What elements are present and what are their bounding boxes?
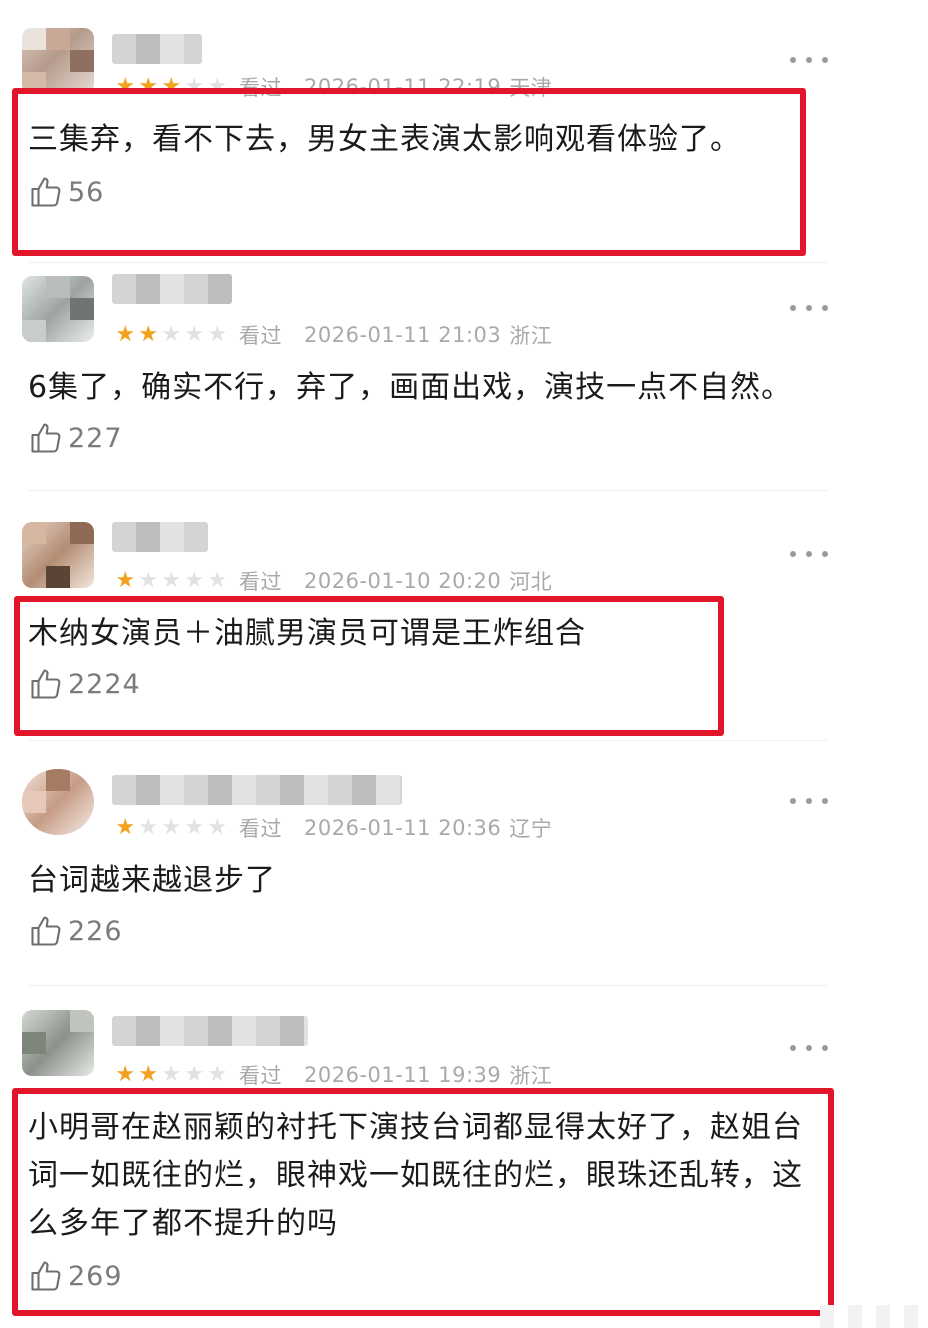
comment-meta: ★ ★ ★ ★ ★ 看过 2026-01-11 21:03 浙江 [114,320,552,350]
highlight-box [12,1088,834,1316]
username-blurred[interactable] [112,522,208,552]
star-icon: ★ [138,815,159,840]
comment-location: 浙江 [509,1064,553,1088]
more-dots-icon[interactable] [790,50,828,70]
username-blurred[interactable] [112,274,232,304]
comment-location: 辽宁 [509,817,553,841]
watched-label: 看过 [239,1064,282,1088]
avatar[interactable] [22,522,94,588]
comment-meta: ★ ★ ★ ★ ★ 看过 2026-01-11 20:36 辽宁 [114,813,552,843]
divider [28,740,828,741]
comment-date: 2026-01-10 20:20 [304,569,502,593]
avatar[interactable] [22,769,94,835]
star-icon: ★ [184,1062,205,1087]
comment-text: 台词越来越退步了 [28,863,276,898]
divider [28,490,828,491]
star-icon: ★ [138,568,159,593]
like-count: 226 [68,915,123,947]
username-blurred[interactable] [112,775,402,805]
star-icon: ★ [207,322,228,347]
star-icon: ★ [138,1062,159,1087]
comment-location: 河北 [509,570,553,594]
star-icon: ★ [115,1062,136,1087]
like-button[interactable]: 227 [28,418,123,458]
more-dots-icon[interactable] [790,791,828,811]
thumbs-up-icon [31,916,61,946]
divider [28,262,828,263]
star-icon: ★ [184,568,205,593]
comment-location: 浙江 [509,324,553,348]
star-icon: ★ [161,815,182,840]
more-dots-icon[interactable] [790,1038,828,1058]
star-icon: ★ [161,322,182,347]
star-icon: ★ [207,1062,228,1087]
comment-date: 2026-01-11 21:03 [304,323,502,347]
like-button[interactable]: 226 [28,911,123,951]
rating-stars: ★ ★ ★ ★ ★ [114,570,229,592]
star-icon: ★ [115,322,136,347]
username-blurred[interactable] [112,34,202,64]
watched-label: 看过 [239,817,282,841]
rating-stars: ★ ★ ★ ★ ★ [114,817,229,839]
more-dots-icon[interactable] [790,298,828,318]
comment-meta: ★ ★ ★ ★ ★ 看过 2026-01-10 20:20 河北 [114,566,552,596]
highlight-box [12,88,806,256]
star-icon: ★ [115,568,136,593]
highlight-box [14,596,724,736]
more-dots-icon[interactable] [790,544,828,564]
avatar[interactable] [22,28,94,94]
star-icon: ★ [138,322,159,347]
star-icon: ★ [184,815,205,840]
watched-label: 看过 [239,324,282,348]
rating-stars: ★ ★ ★ ★ ★ [114,324,229,346]
star-icon: ★ [161,1062,182,1087]
comment-meta: ★ ★ ★ ★ ★ 看过 2026-01-11 19:39 浙江 [114,1060,552,1090]
star-icon: ★ [115,815,136,840]
like-count: 227 [68,422,123,454]
comment-date: 2026-01-11 19:39 [304,1063,502,1087]
star-icon: ★ [207,815,228,840]
avatar[interactable] [22,276,94,342]
star-icon: ★ [184,322,205,347]
divider [28,985,828,986]
star-icon: ★ [207,568,228,593]
page-edge-shadow [820,1305,928,1328]
comment-text: 6集了，确实不行，弃了，画面出戏，演技一点不自然。 [28,370,793,405]
comment-date: 2026-01-11 20:36 [304,816,502,840]
star-icon: ★ [161,568,182,593]
username-blurred[interactable] [112,1016,308,1046]
avatar[interactable] [22,1010,94,1076]
watched-label: 看过 [239,570,282,594]
rating-stars: ★ ★ ★ ★ ★ [114,1064,229,1086]
thumbs-up-icon [31,423,61,453]
